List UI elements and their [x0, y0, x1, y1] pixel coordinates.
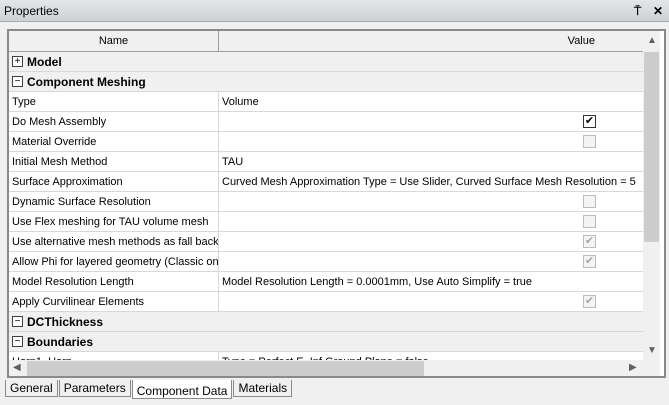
category-model[interactable]: + Model	[9, 52, 643, 72]
property-name: Type	[9, 92, 219, 111]
property-row[interactable]: Apply Curvilinear Elements ✔	[9, 292, 643, 312]
scroll-up-icon[interactable]: ▲	[647, 35, 657, 46]
property-row[interactable]: Material Override	[9, 132, 643, 152]
grid-header: Name Value	[9, 31, 643, 52]
category-dcthickness[interactable]: − DCThickness	[9, 312, 643, 332]
tab-materials[interactable]: Materials	[233, 380, 293, 397]
property-name: Surface Approximation	[9, 172, 219, 191]
checkbox	[583, 195, 596, 208]
scroll-right-icon[interactable]: ▶	[629, 362, 637, 373]
checkbox: ✔	[583, 235, 596, 248]
property-value[interactable]	[219, 132, 643, 151]
property-value[interactable]: Volume	[219, 92, 643, 111]
vertical-scrollbar[interactable]: ▲ ▼	[643, 31, 660, 360]
category-component-meshing[interactable]: − Component Meshing	[9, 72, 643, 92]
category-boundaries[interactable]: − Boundaries	[9, 332, 643, 352]
scroll-down-icon[interactable]: ▼	[647, 345, 657, 356]
property-row[interactable]: Use Flex meshing for TAU volume mesh	[9, 212, 643, 232]
category-label: Boundaries	[27, 334, 94, 349]
property-grid: Name Value + Model − Component Meshing Typ…	[7, 29, 666, 378]
scroll-left-icon[interactable]: ◀	[13, 362, 21, 373]
property-value[interactable]: TAU	[219, 152, 643, 171]
property-row[interactable]: Use alternative mesh methods as fall bac…	[9, 232, 643, 252]
property-name: Use alternative mesh methods as fall bac…	[9, 232, 219, 251]
property-value[interactable]	[219, 212, 643, 231]
checkbox	[583, 215, 596, 228]
property-value[interactable]	[219, 192, 643, 211]
name-column-header[interactable]: Name	[9, 31, 219, 51]
property-value[interactable]: Curved Mesh Approximation Type = Use Sli…	[219, 172, 643, 191]
category-label: DCThickness	[27, 314, 104, 329]
panel-title: Properties	[4, 3, 59, 18]
property-row[interactable]: Do Mesh Assembly ✔	[9, 112, 643, 132]
checkbox	[583, 135, 596, 148]
property-name: Material Override	[9, 132, 219, 151]
close-icon[interactable]: ✕	[653, 4, 663, 18]
property-row[interactable]: Horn1, Horn Type = Perfect E, Inf Ground…	[9, 352, 643, 360]
tab-parameters[interactable]: Parameters	[58, 380, 131, 397]
collapse-icon[interactable]: −	[12, 76, 23, 87]
property-row[interactable]: Model Resolution Length Model Resolution …	[9, 272, 643, 292]
pin-icon[interactable]: ⍑	[634, 4, 641, 19]
value-column-header[interactable]: Value	[219, 31, 643, 51]
property-row[interactable]: Type Volume	[9, 92, 643, 112]
checkbox: ✔	[583, 255, 596, 268]
property-row[interactable]: Allow Phi for layered geometry (Classic …	[9, 252, 643, 272]
property-value[interactable]: Model Resolution Length = 0.0001mm, Use …	[219, 272, 643, 291]
category-label: Component Meshing	[27, 74, 146, 89]
property-value[interactable]: ✔	[219, 112, 643, 131]
property-name: Initial Mesh Method	[9, 152, 219, 171]
tab-bar: General Parameters Component Data Materials	[5, 380, 293, 399]
property-name: Use Flex meshing for TAU volume mesh	[9, 212, 219, 231]
property-name: Horn1, Horn	[9, 352, 219, 360]
property-row[interactable]: Dynamic Surface Resolution	[9, 192, 643, 212]
horizontal-scroll-thumb[interactable]	[27, 361, 424, 376]
tab-general[interactable]: General	[5, 380, 58, 397]
expand-icon[interactable]: +	[12, 56, 23, 67]
property-name: Dynamic Surface Resolution	[9, 192, 219, 211]
property-value[interactable]: ✔	[219, 292, 643, 311]
title-bar: Properties ⍑ ✕	[0, 0, 669, 22]
tab-component-data[interactable]: Component Data	[131, 380, 233, 399]
horizontal-scrollbar[interactable]: ◀ ▶	[9, 360, 660, 376]
checkbox[interactable]: ✔	[583, 115, 596, 128]
property-value[interactable]: Type = Perfect E, Inf Ground Plane = fal…	[219, 352, 643, 361]
property-value[interactable]: ✔	[219, 232, 643, 251]
checkbox: ✔	[583, 295, 596, 308]
vertical-scroll-thumb[interactable]	[644, 52, 659, 242]
property-name: Apply Curvilinear Elements	[9, 292, 219, 311]
category-label: Model	[27, 54, 62, 69]
property-value[interactable]: ✔	[219, 252, 643, 271]
property-name: Model Resolution Length	[9, 272, 219, 291]
property-row[interactable]: Initial Mesh Method TAU	[9, 152, 643, 172]
property-name: Do Mesh Assembly	[9, 112, 219, 131]
property-name: Allow Phi for layered geometry (Classic …	[9, 252, 219, 271]
property-row[interactable]: Surface Approximation Curved Mesh Approxi…	[9, 172, 643, 192]
collapse-icon[interactable]: −	[12, 336, 23, 347]
collapse-icon[interactable]: −	[12, 316, 23, 327]
